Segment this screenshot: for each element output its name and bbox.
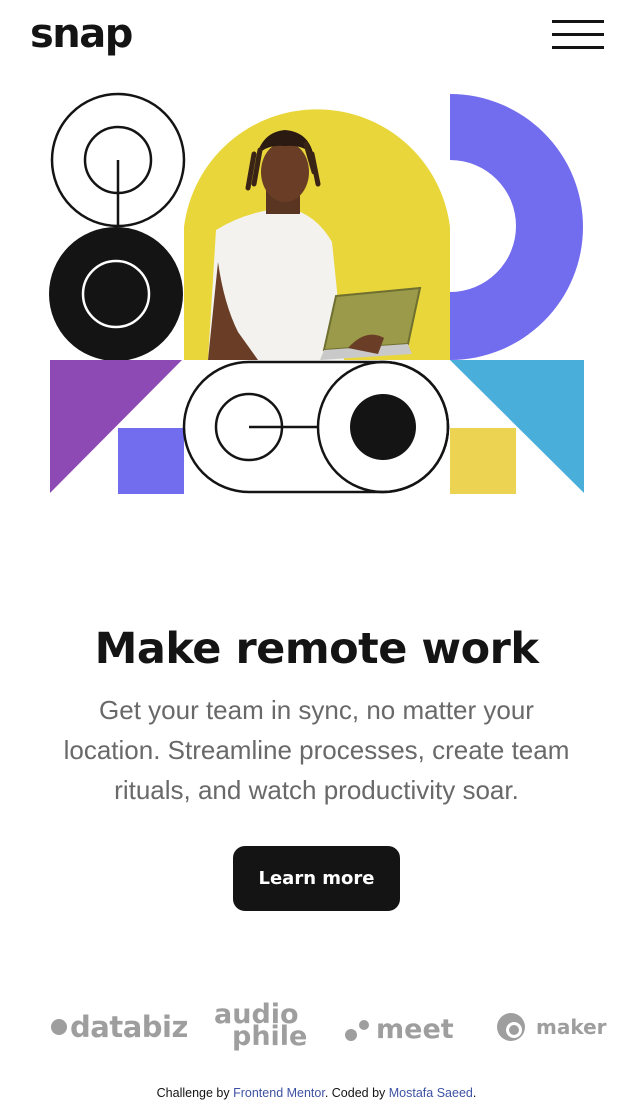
databiz-logo: databiz xyxy=(50,1010,188,1044)
attribution: Challenge by Frontend Mentor. Coded by M… xyxy=(0,1086,633,1100)
capsule-black-dot xyxy=(350,394,416,460)
sand-square-shape xyxy=(450,428,516,494)
attribution-suffix: . xyxy=(472,1086,477,1100)
maker-logo: maker xyxy=(496,1012,607,1042)
author-link[interactable]: Mostafa Saeed xyxy=(389,1086,473,1100)
hero-illustration xyxy=(48,92,586,498)
black-disc-shape xyxy=(49,227,183,361)
client-logos: databiz audio phile meet maker xyxy=(0,1000,633,1060)
hero-description: Get your team in sync, no matter your lo… xyxy=(63,695,570,805)
geometric-illustration xyxy=(49,92,584,494)
audiophile-text-bottom: phile xyxy=(232,1021,308,1052)
audiophile-logo: audio phile xyxy=(214,1001,308,1052)
purple-half-ring-shape xyxy=(450,94,583,360)
meet-logo: meet xyxy=(344,1014,454,1045)
maker-text: maker xyxy=(536,1015,607,1039)
learn-more-button[interactable]: Learn more xyxy=(233,846,400,911)
frontend-mentor-link[interactable]: Frontend Mentor xyxy=(233,1086,325,1100)
menu-bar-bottom xyxy=(552,46,604,49)
hero-title: Make remote work xyxy=(94,624,539,674)
hamburger-icon[interactable] xyxy=(552,20,604,52)
maker-circle-icon xyxy=(497,1013,525,1041)
snap-logo[interactable]: snap xyxy=(30,6,133,62)
menu-bar-top xyxy=(552,20,604,23)
attribution-middle: . Coded by xyxy=(324,1086,389,1100)
hero-content: Make remote work Get your team in sync, … xyxy=(0,620,633,911)
attribution-prefix: Challenge by xyxy=(156,1086,234,1100)
blue-square-shape xyxy=(118,428,184,494)
meet-dots-icon xyxy=(345,1019,369,1041)
meet-text: meet xyxy=(376,1014,454,1045)
databiz-text: databiz xyxy=(70,1010,188,1044)
site-header: snap xyxy=(0,0,633,70)
menu-bar-middle xyxy=(552,33,604,36)
databiz-dot-icon xyxy=(51,1019,67,1035)
